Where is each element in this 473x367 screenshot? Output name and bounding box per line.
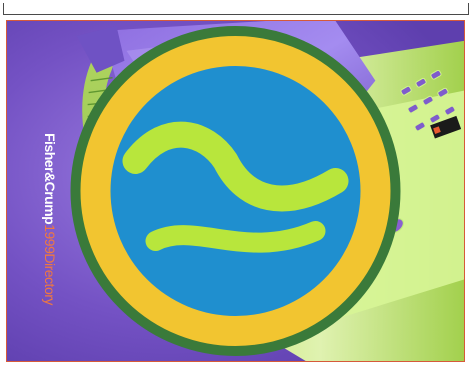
header-strip [3,3,469,15]
page: Fisher&Crump1999Directory [0,0,473,367]
directory-cover: Fisher&Crump1999Directory [6,20,465,362]
globe-logo-icon [70,26,401,356]
